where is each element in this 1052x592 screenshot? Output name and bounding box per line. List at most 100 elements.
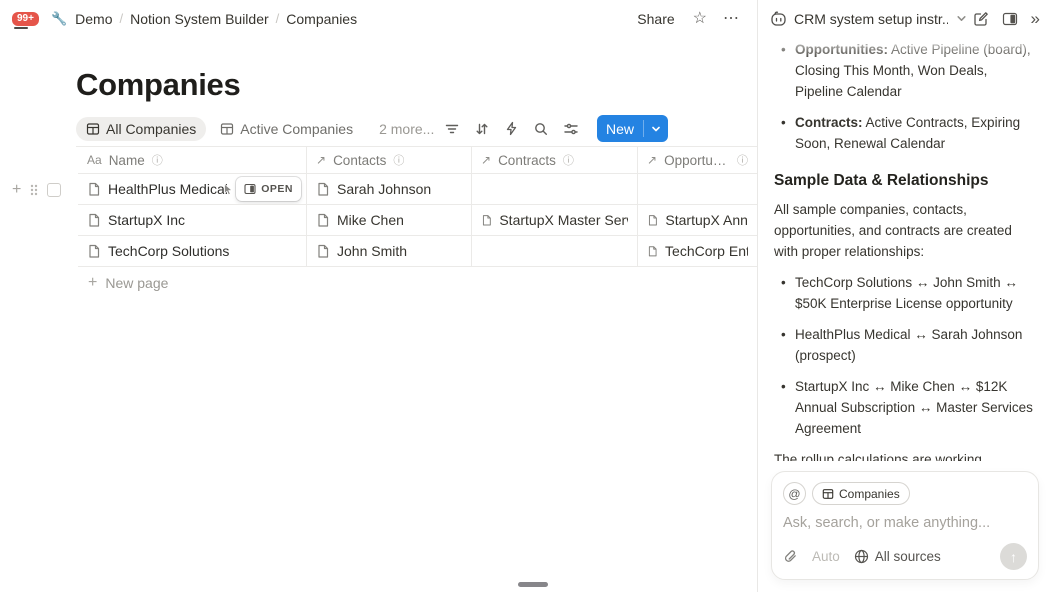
send-button[interactable]: ↑	[1000, 543, 1027, 570]
relation-value[interactable]: StartupX Annual	[665, 212, 748, 228]
chevron-down-icon[interactable]	[956, 13, 967, 24]
relationships-bullet-list: TechCorp Solutions ↔ John Smith ↔ $50K E…	[774, 272, 1036, 439]
info-icon[interactable]: ⓘ	[152, 152, 163, 168]
chat-message-area[interactable]: Opportunities: Active Pipeline (board), …	[758, 37, 1052, 461]
context-chip-companies[interactable]: Companies	[812, 482, 910, 505]
page-icon	[481, 213, 492, 228]
page-icon	[316, 244, 330, 259]
name-cell[interactable]: TechCorp Solutions	[78, 236, 307, 266]
breadcrumb-system-builder[interactable]: Notion System Builder	[130, 11, 269, 27]
panel-header: CRM system setup instr... »	[758, 0, 1052, 37]
relation-value[interactable]: Sarah Johnson	[337, 181, 431, 197]
favorite-star-icon[interactable]: ☆	[689, 9, 711, 29]
contacts-cell[interactable]: Sarah Johnson	[307, 174, 472, 204]
search-icon[interactable]	[533, 121, 549, 137]
bullet-bold: Contracts:	[795, 115, 863, 130]
chevron-down-icon[interactable]	[644, 124, 668, 134]
chat-composer[interactable]: @ Companies Auto All sources ↑	[771, 471, 1039, 580]
relation-value[interactable]: John Smith	[337, 243, 407, 259]
text-type-icon: Aa	[87, 153, 102, 167]
table-icon	[822, 488, 834, 500]
relation-value[interactable]: Mike Chen	[337, 212, 404, 228]
row-checkbox[interactable]	[47, 183, 61, 197]
collapse-panel-icon[interactable]: »	[1031, 9, 1040, 29]
contracts-cell[interactable]	[472, 236, 638, 266]
column-label: Contacts	[333, 153, 386, 168]
new-page-button[interactable]: + New page	[88, 267, 757, 298]
contacts-cell[interactable]: Mike Chen	[307, 205, 472, 235]
all-sources-button[interactable]: All sources	[854, 549, 941, 564]
column-header-contacts[interactable]: ↗ Contacts ⓘ	[307, 147, 472, 174]
chat-title[interactable]: CRM system setup instr...	[794, 11, 948, 27]
new-button[interactable]: New	[597, 115, 668, 142]
notion-ai-face-icon	[770, 10, 788, 28]
list-item: TechCorp Solutions ↔ John Smith ↔ $50K E…	[774, 272, 1036, 314]
page-icon	[647, 213, 658, 228]
breadcrumb-companies[interactable]: Companies	[286, 11, 357, 27]
chip-label: Companies	[839, 487, 900, 501]
column-header-contracts[interactable]: ↗ Contracts ⓘ	[472, 147, 638, 174]
info-icon[interactable]: ⓘ	[563, 152, 574, 168]
opportunities-cell[interactable]: TechCorp Enterp	[638, 236, 757, 266]
page-icon	[316, 182, 330, 197]
row-gutter: +	[12, 180, 61, 200]
intro-paragraph: All sample companies, contacts, opportun…	[774, 199, 1036, 262]
info-icon[interactable]: ⓘ	[393, 152, 404, 168]
opportunities-cell[interactable]	[638, 174, 757, 204]
add-row-icon[interactable]: +	[12, 182, 21, 198]
mention-button[interactable]: @	[783, 482, 806, 505]
attachment-icon[interactable]	[783, 549, 798, 564]
page-icon	[87, 182, 101, 197]
sort-icon[interactable]	[474, 121, 490, 137]
company-name[interactable]: TechCorp Solutions	[108, 243, 229, 259]
tab-all-companies[interactable]: All Companies	[76, 117, 206, 141]
list-item: StartupX Inc ↔ Mike Chen ↔ $12K Annual S…	[774, 376, 1036, 439]
column-header-opportunities[interactable]: ↗ Opportunities ⓘ	[638, 147, 757, 174]
contracts-cell[interactable]	[472, 174, 638, 204]
table-row: StartupX Inc Mike Chen StartupX Master S…	[78, 205, 757, 236]
company-name[interactable]: StartupX Inc	[108, 212, 185, 228]
wrench-icon: 🔧	[51, 11, 67, 27]
drag-handle-icon[interactable]	[30, 183, 38, 197]
top-bar: 99+ 🔧 Demo / Notion System Builder / Com…	[0, 0, 757, 37]
open-page-button[interactable]: OPEN	[236, 177, 301, 201]
company-name[interactable]: HealthPlus Medical	[108, 181, 228, 197]
notification-badge[interactable]: 99+	[12, 12, 39, 26]
new-chat-icon[interactable]	[973, 11, 989, 27]
more-options-icon[interactable]: ⋯	[719, 9, 743, 29]
main-area: 99+ 🔧 Demo / Notion System Builder / Com…	[0, 0, 757, 592]
page-icon	[647, 244, 658, 259]
breadcrumb-demo[interactable]: Demo	[75, 11, 112, 27]
column-label: Opportunities	[664, 153, 730, 168]
column-header-name[interactable]: Aa Name ⓘ	[78, 147, 307, 174]
view-bar: All Companies Active Companies 2 more...	[76, 111, 757, 147]
name-cell[interactable]: HealthPlus Medical OPEN	[78, 174, 307, 204]
table-view-icon	[86, 122, 100, 136]
auto-mode-label[interactable]: Auto	[812, 549, 840, 564]
page-icon	[87, 213, 101, 228]
table-header-row: Aa Name ⓘ ↗ Contacts ⓘ ↗ Contracts ⓘ ↗ O…	[78, 147, 757, 174]
new-page-label: New page	[105, 275, 168, 291]
side-peek-icon[interactable]	[1002, 11, 1018, 27]
list-item: Contracts: Active Contracts, Expiring So…	[774, 112, 1036, 154]
chat-input[interactable]	[783, 515, 1027, 531]
bullet-bold: Opportunities:	[795, 42, 888, 57]
tab-active-companies[interactable]: Active Companies	[210, 117, 363, 141]
name-cell[interactable]: StartupX Inc	[78, 205, 307, 235]
view-tabs: All Companies Active Companies 2 more...	[76, 117, 444, 141]
opportunities-cell[interactable]: StartupX Annual	[638, 205, 757, 235]
contracts-cell[interactable]: StartupX Master Services	[472, 205, 638, 235]
info-icon[interactable]: ⓘ	[737, 152, 748, 168]
share-button[interactable]: Share	[631, 9, 680, 29]
automation-lightning-icon[interactable]	[504, 121, 519, 136]
contacts-cell[interactable]: John Smith	[307, 236, 472, 266]
bottom-resize-handle[interactable]	[518, 582, 548, 587]
filter-icon[interactable]	[444, 121, 460, 137]
view-settings-icon[interactable]	[563, 121, 579, 137]
more-views-button[interactable]: 2 more...	[379, 121, 434, 137]
table-row: HealthPlus Medical OPEN Sarah Johnson	[78, 174, 757, 205]
page-icon	[316, 213, 330, 228]
relation-value[interactable]: StartupX Master Services	[499, 212, 628, 228]
tab-label: All Companies	[106, 121, 196, 137]
relation-value[interactable]: TechCorp Enterp	[665, 243, 748, 259]
